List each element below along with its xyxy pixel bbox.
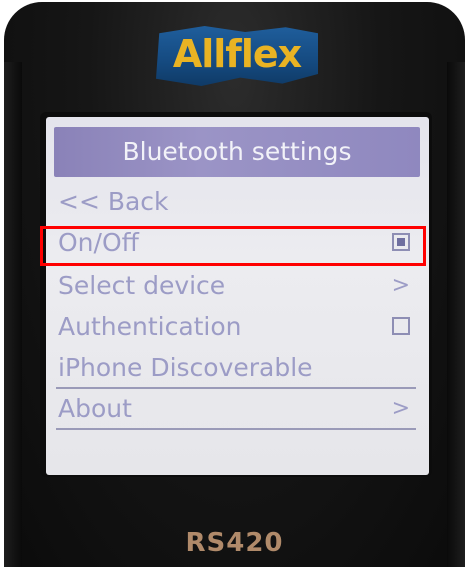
authentication-checkbox[interactable] bbox=[392, 317, 410, 335]
menu-item-label: << Back bbox=[58, 187, 169, 216]
menu-item-about[interactable]: About > bbox=[56, 390, 416, 430]
menu-item-iphone-discoverable[interactable]: iPhone Discoverable bbox=[56, 349, 416, 389]
device-screen: Bluetooth settings << Back On/Off Select… bbox=[46, 117, 429, 475]
highlight-box bbox=[40, 226, 426, 266]
menu-item-label: Select device bbox=[58, 271, 226, 300]
menu-item-back[interactable]: << Back bbox=[56, 183, 416, 221]
model-label: RS420 bbox=[185, 528, 284, 558]
screen-title-bar: Bluetooth settings bbox=[54, 127, 420, 177]
menu-item-select-device[interactable]: Select device > bbox=[56, 267, 416, 305]
chevron-right-icon: > bbox=[391, 273, 410, 298]
device-edge-right bbox=[447, 62, 465, 567]
screen-title: Bluetooth settings bbox=[122, 137, 352, 166]
device-photo: Allflex Bluetooth settings << Back On/Of… bbox=[0, 0, 469, 569]
logo-text: Allflex bbox=[172, 32, 302, 76]
menu-item-label: iPhone Discoverable bbox=[58, 353, 313, 382]
menu-item-label: Authentication bbox=[58, 312, 242, 341]
brand-logo: Allflex bbox=[156, 20, 318, 94]
menu-item-label: About bbox=[58, 394, 132, 423]
chevron-right-icon: > bbox=[391, 396, 410, 421]
device-edge-left bbox=[4, 62, 22, 567]
menu-item-authentication[interactable]: Authentication bbox=[56, 308, 416, 346]
